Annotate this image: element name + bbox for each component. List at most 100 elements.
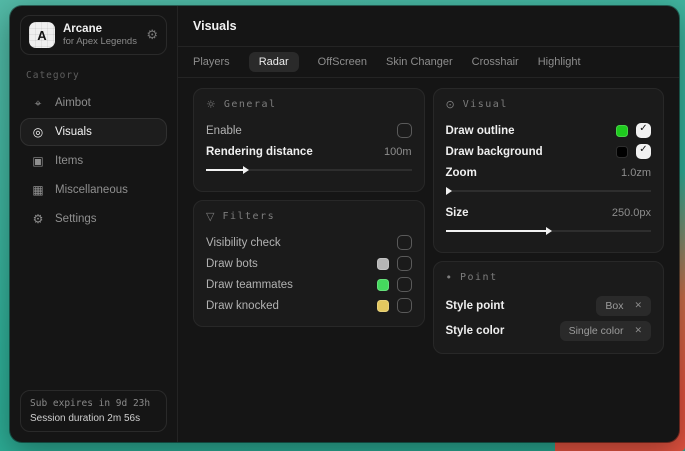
sidebar-item-settings[interactable]: ⚙ Settings [20,205,167,233]
visual-panel: ⊙ Visual Draw outline Draw background [433,88,665,253]
draw-background-label: Draw background [446,146,543,158]
tab-offscreen[interactable]: OffScreen [318,52,367,72]
main-header: Visuals [178,6,679,47]
panel-title: Visual [463,99,508,110]
app-name: Arcane [63,23,137,36]
sidebar-item-label: Settings [55,213,97,225]
tab-skin-changer[interactable]: Skin Changer [386,52,453,72]
category-label: Category [26,70,161,81]
draw-background-checkbox[interactable] [636,144,651,159]
app-window: A Arcane for Apex Legends ⚙ Category ⌖ A… [10,6,679,442]
close-icon[interactable]: ✕ [634,326,642,336]
sidebar-item-items[interactable]: ▣ Items [20,147,167,175]
visuals-eye-icon: ◎ [31,125,45,139]
rendering-distance-row: Rendering distance 100m [206,141,412,162]
visibility-check-checkbox[interactable] [397,235,412,250]
draw-bots-checkbox[interactable] [397,256,412,271]
point-panel: • Point Style point Box ✕ Style [433,261,665,354]
size-row: Size 250.0px [446,202,652,223]
enable-row: Enable [206,120,412,141]
zoom-value: 1.0zm [621,167,651,179]
enable-label: Enable [206,125,242,137]
size-label: Size [446,207,469,219]
draw-knocked-color-swatch[interactable] [377,300,389,312]
box-icon: ▣ [31,154,45,168]
style-color-row: Style color Single color ✕ [446,318,652,343]
sub-expiry-text: Sub expires in 9d 23h [30,398,157,409]
sidebar-item-label: Items [55,155,83,167]
size-slider[interactable] [446,226,652,235]
draw-knocked-checkbox[interactable] [397,298,412,313]
brand-header: A Arcane for Apex Legends ⚙ [20,15,167,55]
tab-highlight[interactable]: Highlight [538,52,581,72]
enable-checkbox[interactable] [397,123,412,138]
funnel-icon: ▽ [206,210,214,223]
visibility-check-row: Visibility check [206,232,412,253]
draw-background-row: Draw background [446,141,652,162]
style-color-select[interactable]: Single color ✕ [560,321,651,341]
zoom-row: Zoom 1.0zm [446,162,652,183]
session-duration-text: Session duration 2m 56s [30,413,157,424]
draw-bots-label: Draw bots [206,258,258,270]
panel-title: General [224,99,277,110]
subscription-info-box: Sub expires in 9d 23h Session duration 2… [20,390,167,432]
draw-teammates-color-swatch[interactable] [377,279,389,291]
rendering-distance-slider[interactable] [206,165,412,174]
slider-fill [446,230,547,232]
sidebar-item-label: Aimbot [55,97,91,109]
app-subtitle: for Apex Legends [63,36,137,48]
zoom-slider[interactable] [446,186,652,195]
draw-bots-color-swatch[interactable] [377,258,389,270]
sidebar-item-miscellaneous[interactable]: ▦ Miscellaneous [20,176,167,204]
draw-outline-checkbox[interactable] [636,123,651,138]
draw-bots-row: Draw bots [206,253,412,274]
draw-knocked-row: Draw knocked [206,295,412,316]
draw-teammates-label: Draw teammates [206,279,293,291]
draw-outline-row: Draw outline [446,120,652,141]
sidebar-item-label: Visuals [55,126,92,138]
style-point-row: Style point Box ✕ [446,293,652,318]
grid-icon: ▦ [31,183,45,197]
draw-background-color-swatch[interactable] [616,146,628,158]
style-point-select[interactable]: Box ✕ [596,296,651,316]
draw-teammates-row: Draw teammates [206,274,412,295]
settings-gear-icon: ⚙ [31,212,45,226]
slider-fill [206,169,243,171]
gear-icon[interactable]: ⚙ [146,28,158,43]
rendering-distance-label: Rendering distance [206,146,313,158]
draw-knocked-label: Draw knocked [206,300,279,312]
size-value: 250.0px [612,207,651,219]
tab-radar[interactable]: Radar [249,52,299,72]
main-area: Visuals Players Radar OffScreen Skin Cha… [178,6,679,442]
zoom-label: Zoom [446,167,477,179]
filters-panel: ▽ Filters Visibility check Draw bots [193,200,425,327]
panel-title: Filters [222,211,275,222]
style-color-value: Single color [569,325,624,337]
tab-bar: Players Radar OffScreen Skin Changer Cro… [178,47,679,78]
sidebar-item-label: Miscellaneous [55,184,128,196]
general-panel: ☼ General Enable Rendering distance 100m [193,88,425,192]
right-column: ⊙ Visual Draw outline Draw background [433,88,665,354]
tab-players[interactable]: Players [193,52,230,72]
style-point-label: Style point [446,300,505,312]
page-title: Visuals [193,19,237,33]
panel-title: Point [460,272,498,283]
dot-icon: • [446,271,453,284]
draw-outline-label: Draw outline [446,125,515,137]
sun-icon: ☼ [206,98,216,111]
draw-outline-color-swatch[interactable] [616,125,628,137]
visibility-check-label: Visibility check [206,237,281,249]
sidebar: A Arcane for Apex Legends ⚙ Category ⌖ A… [10,6,178,442]
sidebar-item-aimbot[interactable]: ⌖ Aimbot [20,89,167,117]
draw-teammates-checkbox[interactable] [397,277,412,292]
tab-crosshair[interactable]: Crosshair [472,52,519,72]
left-column: ☼ General Enable Rendering distance 100m [193,88,425,327]
sidebar-item-visuals[interactable]: ◎ Visuals [20,118,167,146]
rendering-distance-value: 100m [384,146,412,158]
style-point-value: Box [605,300,623,312]
eye-icon: ⊙ [446,98,455,111]
app-logo: A [29,22,55,48]
settings-content: ☼ General Enable Rendering distance 100m [193,78,664,354]
crosshair-icon: ⌖ [31,96,45,111]
close-icon[interactable]: ✕ [634,301,642,311]
